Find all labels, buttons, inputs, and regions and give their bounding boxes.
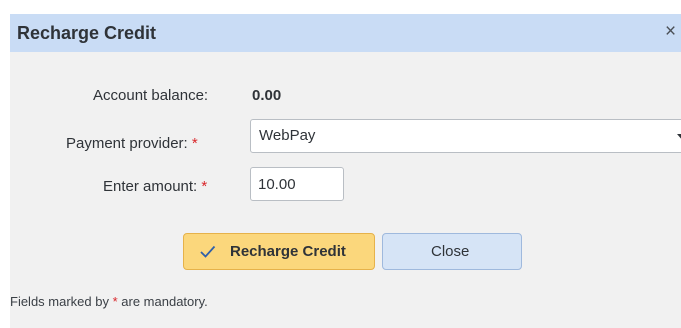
close-button[interactable]: Close <box>382 233 522 270</box>
payment-provider-label-text: Payment provider: <box>66 135 188 152</box>
recharge-credit-button-label: Recharge Credit <box>230 243 346 260</box>
account-balance-label: Account balance: <box>93 87 209 104</box>
dialog-title: Recharge Credit <box>17 23 157 43</box>
payment-provider-label: Payment provider: * <box>66 135 198 152</box>
close-icon[interactable]: × <box>665 21 681 43</box>
footer-text-after: are mandatory. <box>117 294 208 309</box>
mandatory-fields-note: Fields marked by * are mandatory. <box>10 294 208 309</box>
chevron-down-icon[interactable] <box>677 134 681 141</box>
recharge-credit-button[interactable]: Recharge Credit <box>183 233 375 270</box>
amount-input[interactable] <box>250 167 344 201</box>
dialog-titlebar: Recharge Credit × <box>10 14 681 52</box>
enter-amount-label-text: Enter amount: <box>103 178 198 195</box>
payment-provider-selected: WebPay <box>259 127 316 144</box>
close-button-label: Close <box>431 243 470 260</box>
footer-text-before: Fields marked by <box>10 294 113 309</box>
enter-amount-label: Enter amount: * <box>103 178 207 195</box>
required-marker: * <box>191 135 198 152</box>
check-icon <box>200 245 216 258</box>
account-balance-value: 0.00 <box>252 87 282 104</box>
payment-provider-select[interactable]: WebPay <box>250 119 681 153</box>
required-marker: * <box>201 178 208 195</box>
recharge-credit-dialog: Recharge Credit × Account balance: 0.00 … <box>10 14 681 328</box>
